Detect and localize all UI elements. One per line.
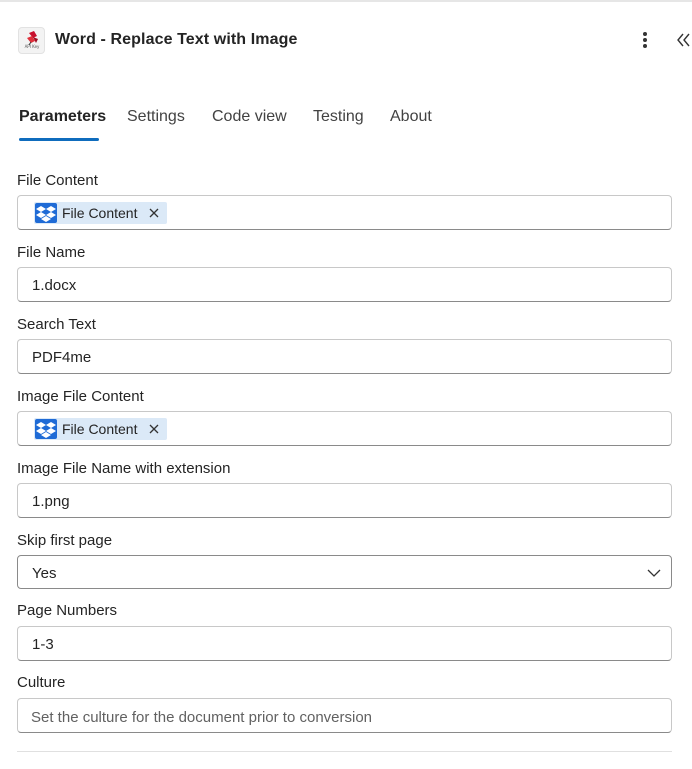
file-name-field[interactable]: 1.docx — [17, 267, 672, 302]
tab-code-view[interactable]: Code view — [212, 108, 287, 126]
divider — [17, 751, 672, 752]
skip-first-page-value: Yes — [32, 565, 57, 582]
file-name-value: 1.docx — [32, 277, 77, 294]
double-chevron-left-icon[interactable] — [675, 30, 692, 50]
tab-about[interactable]: About — [390, 108, 432, 126]
search-text-label: Search Text — [17, 316, 96, 333]
dropbox-icon — [35, 203, 57, 223]
image-file-name-label: Image File Name with extension — [17, 460, 231, 477]
culture-label: Culture — [17, 674, 66, 691]
logo-caption: API Key — [24, 44, 40, 49]
token-label: File Content — [62, 421, 138, 437]
culture-field[interactable]: Set the culture for the document prior t… — [17, 698, 672, 733]
search-text-field[interactable]: PDF4me — [17, 339, 672, 374]
close-icon[interactable] — [149, 202, 159, 218]
file-content-token[interactable]: File Content — [34, 202, 168, 224]
image-file-content-token[interactable]: File Content — [34, 418, 168, 440]
more-vertical-icon[interactable] — [636, 30, 654, 50]
file-name-label: File Name — [17, 244, 86, 261]
dropbox-icon — [35, 419, 57, 439]
image-file-content-label: Image File Content — [17, 388, 144, 405]
page-numbers-label: Page Numbers — [17, 602, 118, 619]
file-content-field[interactable]: File Content — [17, 195, 672, 230]
pdf4me-logo-icon: API Key — [18, 27, 45, 54]
skip-first-page-dropdown[interactable]: Yes — [17, 555, 672, 589]
chevron-down-icon — [647, 566, 661, 580]
image-file-content-field[interactable]: File Content — [17, 411, 672, 446]
tab-testing[interactable]: Testing — [313, 108, 364, 126]
active-tab-indicator — [19, 138, 99, 141]
tab-bar: Parameters Settings Code view Testing Ab… — [0, 100, 692, 144]
file-content-label: File Content — [17, 172, 98, 189]
image-file-name-value: 1.png — [32, 493, 70, 510]
close-icon[interactable] — [149, 418, 159, 434]
image-file-name-field[interactable]: 1.png — [17, 483, 672, 518]
panel-header: API Key Word - Replace Text with Image — [0, 0, 692, 82]
page-title: Word - Replace Text with Image — [55, 31, 298, 48]
tab-parameters[interactable]: Parameters — [19, 108, 106, 126]
page-numbers-value: 1-3 — [32, 636, 54, 653]
skip-first-page-label: Skip first page — [17, 532, 113, 549]
page-numbers-field[interactable]: 1-3 — [17, 626, 672, 661]
search-text-value: PDF4me — [32, 349, 92, 366]
tab-settings[interactable]: Settings — [127, 108, 185, 126]
token-label: File Content — [62, 205, 138, 221]
culture-placeholder: Set the culture for the document prior t… — [31, 709, 373, 726]
